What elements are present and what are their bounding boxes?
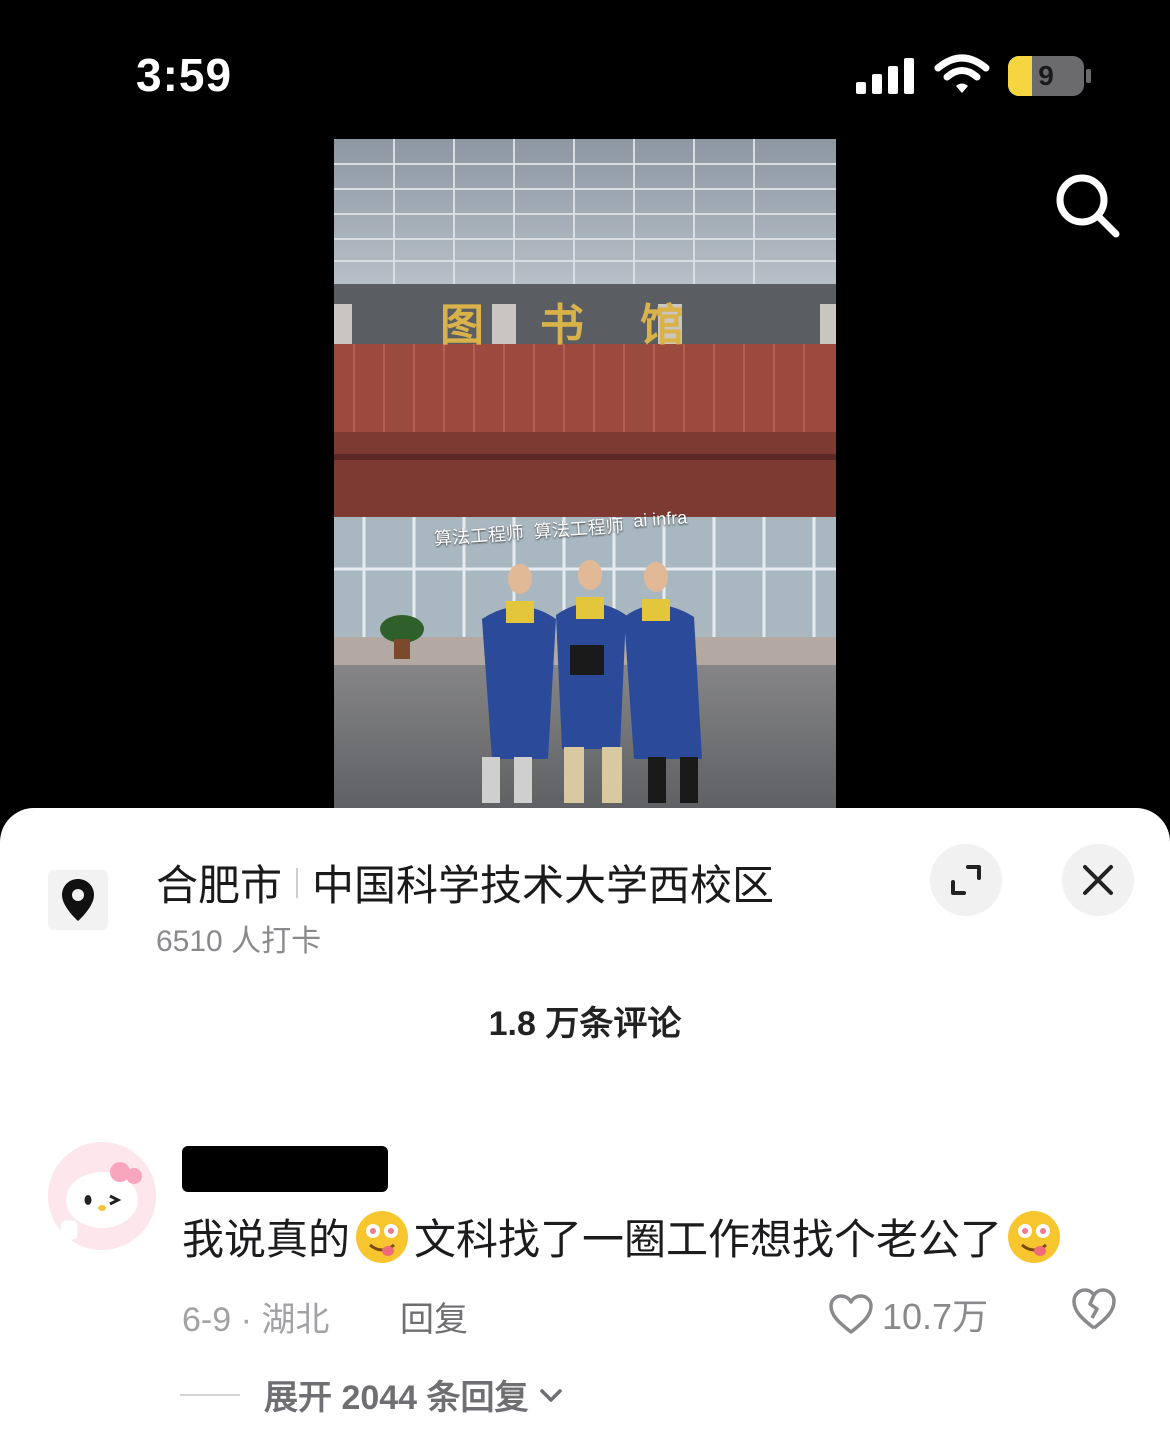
video-frame[interactable]: 图书馆 算法工程师 算法工程师 ai infra: [334, 139, 836, 809]
library-sign: 图书馆: [440, 300, 740, 351]
separator: [296, 867, 299, 898]
drooling-face-icon: [356, 1210, 409, 1263]
close-button[interactable]: [1062, 844, 1134, 916]
location-city: 合肥市: [156, 862, 283, 909]
divider: [180, 1393, 240, 1396]
heart-icon: [829, 1294, 873, 1334]
comment-text-part: 我说真的: [182, 1216, 351, 1263]
location-pin-button[interactable]: [48, 870, 108, 930]
battery-level: 9: [1038, 60, 1054, 91]
like-count: 10.7万: [882, 1296, 989, 1337]
status-time: 3:59: [136, 49, 233, 101]
avatar[interactable]: [48, 1142, 156, 1250]
comment-date-location: 6-9 · 湖北: [182, 1301, 330, 1339]
location-title[interactable]: 合肥市 中国科学技术大学西校区: [156, 852, 774, 913]
comment-sheet: 合肥市 中国科学技术大学西校区 6510 人打卡 1.8 万条评论 我说真的 文…: [0, 808, 1170, 1436]
chevron-down-icon: [539, 1388, 562, 1402]
checkin-count: 6510 人打卡: [156, 925, 322, 958]
overlay-label: ai infra: [632, 507, 688, 532]
drooling-face-icon: [1008, 1210, 1061, 1263]
signal-icon: [856, 58, 914, 94]
video-scene: [334, 139, 836, 809]
comment-count-title: 1.8 万条评论: [488, 1005, 682, 1043]
comment-text: 我说真的 文科找了一圈工作想找个老公了: [182, 1206, 1066, 1267]
wifi-icon: [934, 54, 990, 93]
close-icon: [1083, 865, 1113, 895]
expand-icon: [951, 865, 981, 895]
expand-replies-label: 展开 2044 条回复: [264, 1379, 529, 1417]
search-icon[interactable]: [1052, 170, 1122, 240]
username-redacted[interactable]: [182, 1146, 388, 1192]
like-button[interactable]: 10.7万: [828, 1288, 988, 1340]
battery-icon: 9: [1008, 56, 1092, 96]
location-place: 中国科学技术大学西校区: [312, 862, 775, 909]
location-pin-icon: [62, 879, 94, 921]
expand-button[interactable]: [930, 844, 1002, 916]
reply-button[interactable]: 回复: [400, 1292, 468, 1341]
expand-replies[interactable]: 展开 2044 条回复: [180, 1370, 565, 1419]
broken-heart-icon[interactable]: [1070, 1286, 1118, 1332]
comment-text-part: 文科找了一圈工作想找个老公了: [414, 1216, 1003, 1263]
